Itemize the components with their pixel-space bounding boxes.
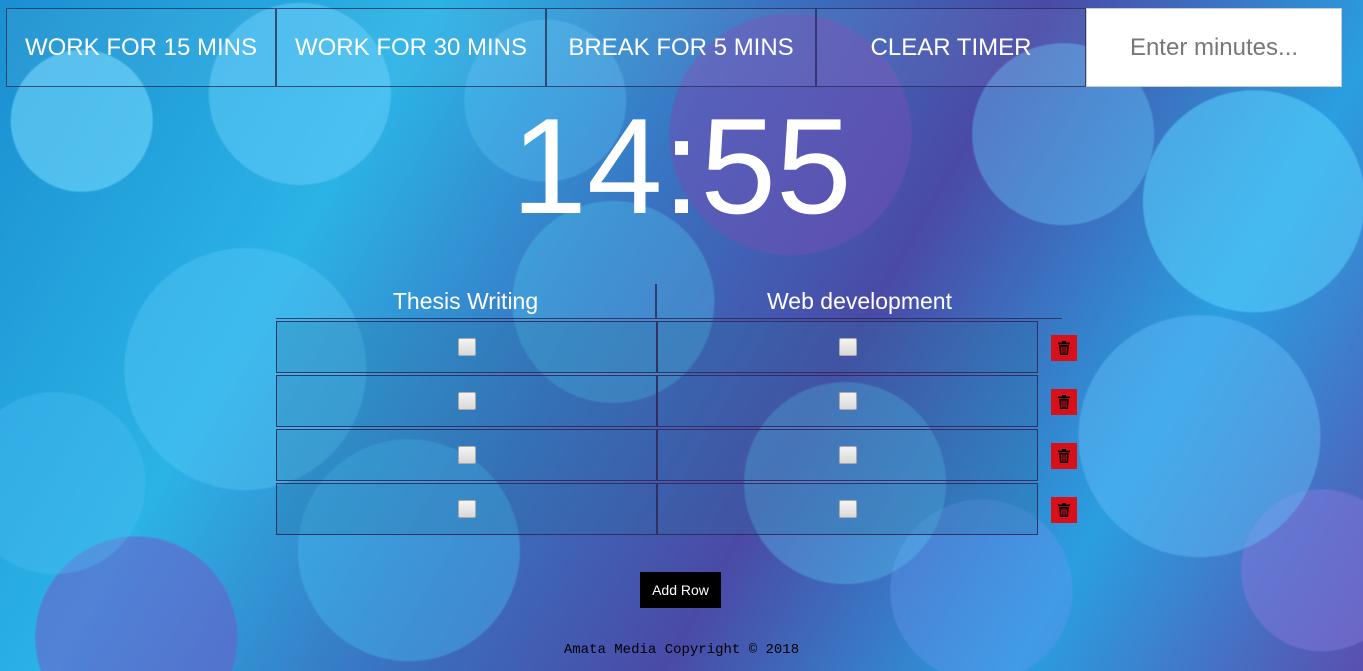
timer-display: 14:55 <box>511 90 852 242</box>
trash-icon <box>1058 449 1070 463</box>
table-row <box>276 375 1077 427</box>
task-checkbox[interactable] <box>838 338 857 356</box>
task-checkbox[interactable] <box>457 338 476 356</box>
task-table-header: Thesis Writing Web development <box>276 284 1062 319</box>
break-5-button[interactable]: BREAK FOR 5 MINS <box>546 8 816 87</box>
task-table: Thesis Writing Web development <box>276 284 1077 535</box>
task-checkbox[interactable] <box>457 500 476 518</box>
table-row <box>276 429 1077 481</box>
task-checkbox[interactable] <box>457 446 476 464</box>
task-cell <box>276 321 657 373</box>
task-checkbox[interactable] <box>838 500 857 518</box>
column-header-thesis-writing: Thesis Writing <box>276 284 657 318</box>
timer-toolbar: WORK FOR 15 MINS WORK FOR 30 MINS BREAK … <box>6 8 1342 87</box>
task-cell <box>276 375 657 427</box>
delete-row-button[interactable] <box>1051 389 1077 415</box>
task-checkbox[interactable] <box>838 446 857 464</box>
task-cell <box>657 375 1038 427</box>
task-cell <box>657 429 1038 481</box>
task-cell <box>657 483 1038 535</box>
table-row <box>276 483 1077 535</box>
column-header-web-development: Web development <box>767 288 952 314</box>
delete-row-button[interactable] <box>1051 335 1077 361</box>
delete-row-button[interactable] <box>1051 497 1077 523</box>
task-cell <box>276 429 657 481</box>
task-checkbox[interactable] <box>457 392 476 410</box>
task-cell <box>276 483 657 535</box>
trash-icon <box>1058 341 1070 355</box>
clear-timer-button[interactable]: CLEAR TIMER <box>816 8 1086 87</box>
delete-row-button[interactable] <box>1051 443 1077 469</box>
task-cell <box>657 321 1038 373</box>
minutes-input[interactable] <box>1086 8 1342 87</box>
trash-icon <box>1058 503 1070 517</box>
trash-icon <box>1058 395 1070 409</box>
work-30-button[interactable]: WORK FOR 30 MINS <box>276 8 546 87</box>
table-row <box>276 321 1077 373</box>
footer-copyright: Amata Media Copyright © 2018 <box>563 642 800 658</box>
work-15-button[interactable]: WORK FOR 15 MINS <box>6 8 276 87</box>
add-row-button[interactable]: Add Row <box>640 572 721 608</box>
task-checkbox[interactable] <box>838 392 857 410</box>
